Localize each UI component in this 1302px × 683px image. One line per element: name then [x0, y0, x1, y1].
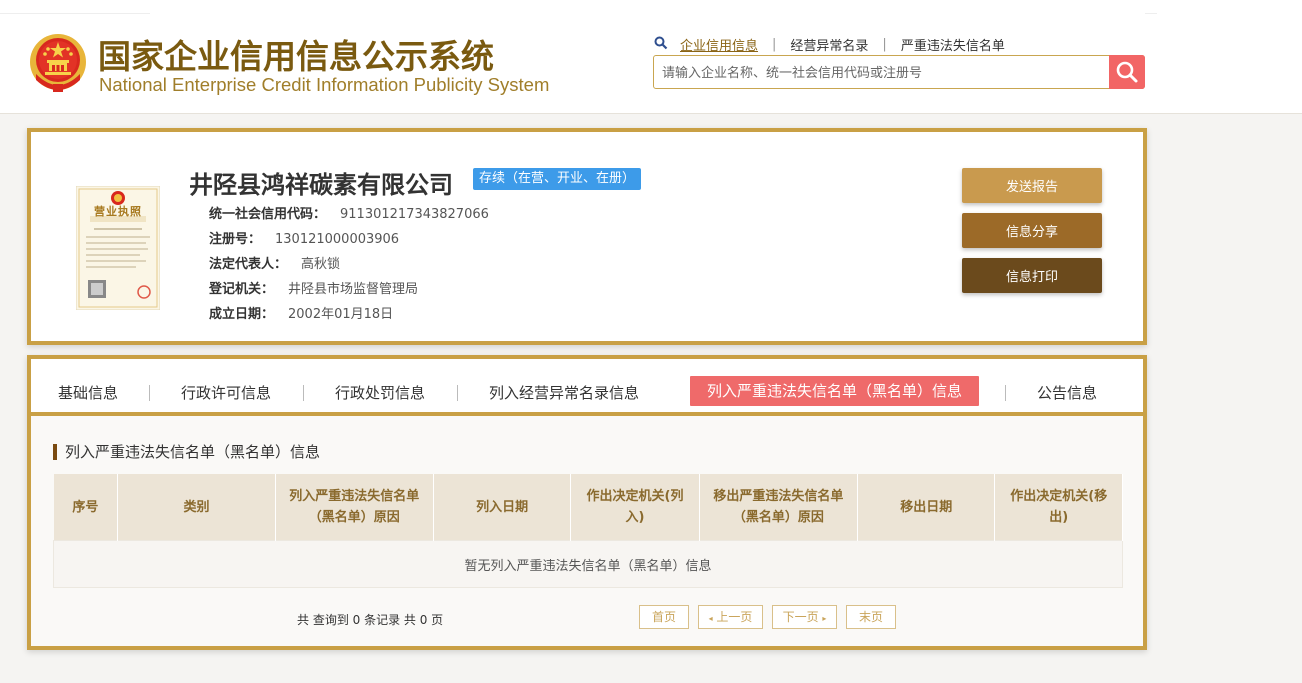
national-emblem-icon — [30, 34, 86, 92]
info-reg-authority: 登记机关： 井陉县市场监督管理局 — [209, 278, 418, 297]
tab-blacklist[interactable]: 列入严重违法失信名单（黑名单）信息 — [690, 376, 980, 406]
tab-divider — [303, 385, 304, 401]
print-info-button[interactable]: 信息打印 — [962, 258, 1102, 293]
next-page-label: 下一页 — [782, 610, 819, 624]
site-header: 国家企业信用信息公示系统 National Enterprise Credit … — [0, 0, 1302, 114]
field-value: 井陉县市场监督管理局 — [288, 282, 419, 297]
prev-page-button[interactable]: ◂ 上一页 — [698, 605, 763, 629]
info-credit-code: 统一社会信用代码： 911301217343827066 — [209, 203, 489, 222]
tab-bar: 基础信息 行政许可信息 行政处罚信息 列入经营异常名录信息 列入严重违法失信名单… — [31, 359, 1143, 416]
nav-abnormal-list[interactable]: 经营异常名录 — [790, 35, 868, 54]
field-label: 登记机关： — [209, 282, 275, 297]
field-label: 成立日期： — [209, 307, 275, 322]
info-reg-number: 注册号： 130121000003906 — [209, 228, 399, 247]
blacklist-table: 序号 类别 列入严重违法失信名单（黑名单）原因 列入日期 作出决定机关(列入) … — [53, 474, 1123, 588]
search-icon — [654, 36, 668, 49]
system-subtitle: National Enterprise Credit Information P… — [99, 74, 550, 95]
nav-serious-violation-list[interactable]: 严重违法失信名单 — [901, 35, 1005, 54]
col-header: 列入日期 — [433, 474, 572, 541]
col-header: 作出决定机关(移出) — [994, 474, 1123, 541]
header-divider-left — [0, 13, 150, 14]
tab-admin-license[interactable]: 行政许可信息 — [181, 378, 271, 408]
status-badge: 存续（在营、开业、在册） — [473, 168, 642, 190]
field-value: 130121000003906 — [275, 232, 400, 247]
record-count: 共 查询到 0 条记录 共 0 页 — [297, 613, 444, 627]
triangle-left-icon: ◂ — [708, 614, 713, 623]
tab-divider — [1005, 385, 1006, 401]
tab-abnormal-list[interactable]: 列入经营异常名录信息 — [489, 378, 639, 408]
company-name: 井陉县鸿祥碳素有限公司 — [189, 171, 453, 199]
col-header: 列入严重违法失信名单（黑名单）原因 — [275, 474, 434, 541]
table-row: 暂无列入严重违法失信名单（黑名单）信息 — [53, 540, 1123, 588]
info-establish-date: 成立日期： 2002年01月18日 — [209, 303, 393, 322]
next-page-button[interactable]: 下一页 ▸ — [772, 605, 837, 629]
field-value: 2002年01月18日 — [288, 307, 394, 322]
header-divider-right — [1145, 13, 1157, 14]
field-value: 911301217343827066 — [340, 207, 489, 222]
field-label: 法定代表人： — [209, 257, 288, 272]
nav-separator: | — [772, 37, 777, 52]
col-header: 序号 — [53, 474, 119, 541]
search-input[interactable] — [660, 62, 1104, 84]
info-legal-rep: 法定代表人： 高秋锁 — [209, 253, 340, 272]
detail-card: 基础信息 行政许可信息 行政处罚信息 列入经营异常名录信息 列入严重违法失信名单… — [27, 355, 1147, 650]
field-value: 高秋锁 — [301, 257, 341, 272]
col-header: 类别 — [117, 474, 276, 541]
first-page-button[interactable]: 首页 — [639, 605, 689, 629]
send-report-button[interactable]: 发送报告 — [962, 168, 1102, 203]
tab-announcements[interactable]: 公告信息 — [1037, 378, 1097, 408]
empty-message: 暂无列入严重违法失信名单（黑名单）信息 — [53, 540, 1123, 588]
nav-enterprise-credit[interactable]: 企业信用信息 — [680, 35, 758, 54]
share-info-button[interactable]: 信息分享 — [962, 213, 1102, 248]
magnifier-icon — [1116, 61, 1138, 83]
search-box — [653, 55, 1145, 89]
col-header: 移出严重违法失信名单（黑名单）原因 — [699, 474, 859, 541]
license-title: 营业执照 — [94, 205, 142, 218]
system-title: 国家企业信用信息公示系统 — [98, 37, 494, 76]
prev-page-label: 上一页 — [716, 610, 753, 624]
col-header: 移出日期 — [857, 474, 996, 541]
company-card: 营业执照 井陉县鸿祥碳素有限公司 存续（在营、开业、在册） 统一社会信用代码： 9… — [27, 128, 1147, 345]
top-nav: 企业信用信息 | 经营异常名录 | 严重违法失信名单 — [654, 35, 1005, 54]
nav-separator: | — [882, 37, 887, 52]
tab-divider — [149, 385, 150, 401]
table-header-row: 序号 类别 列入严重违法失信名单（黑名单）原因 列入日期 作出决定机关(列入) … — [53, 474, 1123, 541]
tab-admin-penalty[interactable]: 行政处罚信息 — [335, 378, 425, 408]
section-title: 列入严重违法失信名单（黑名单）信息 — [53, 444, 320, 460]
tab-basic-info[interactable]: 基础信息 — [58, 378, 118, 408]
field-label: 统一社会信用代码： — [209, 207, 327, 222]
triangle-right-icon: ▸ — [822, 614, 827, 623]
field-label: 注册号： — [209, 232, 262, 247]
last-page-button[interactable]: 末页 — [846, 605, 896, 629]
search-button[interactable] — [1109, 55, 1145, 89]
tab-divider — [457, 385, 458, 401]
col-header: 作出决定机关(列入) — [570, 474, 700, 541]
